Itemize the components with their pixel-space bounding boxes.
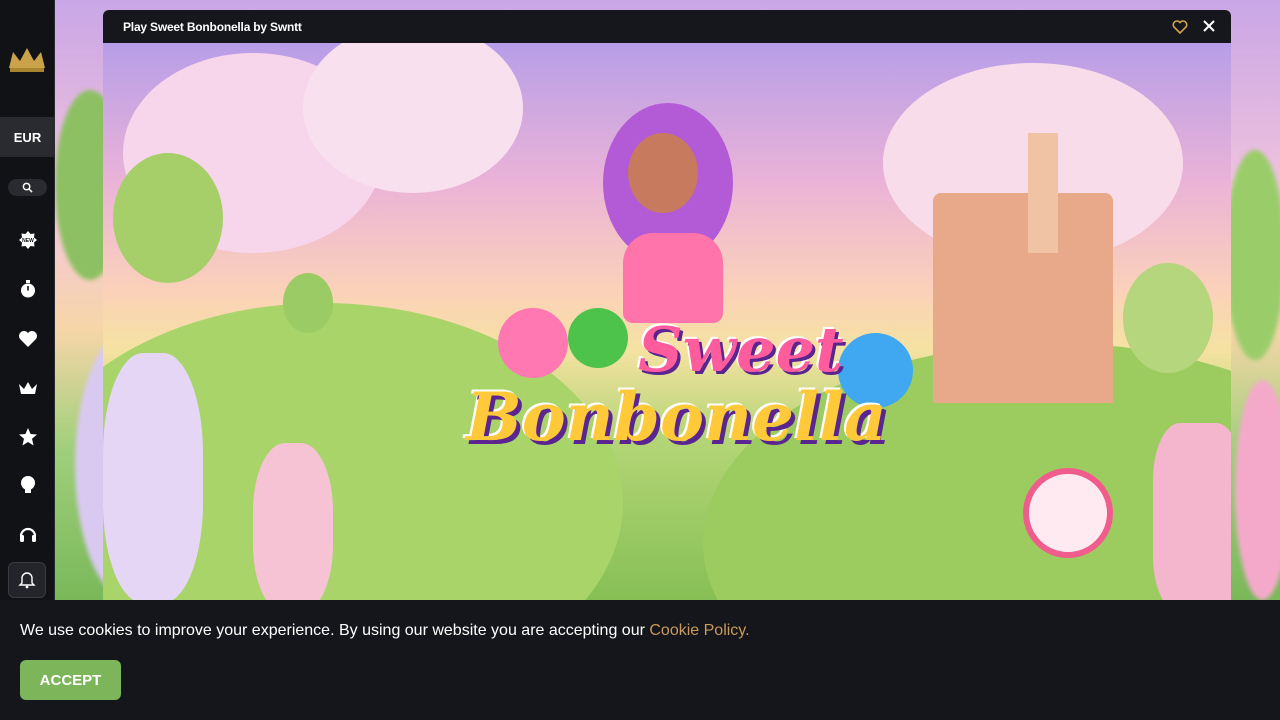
nav-support[interactable]: [16, 522, 39, 545]
cookie-banner: [0, 600, 1280, 720]
castle-tower: [1028, 133, 1058, 253]
stopwatch-icon: [20, 279, 35, 297]
cookie-text: We use cookies to improve your experienc…: [20, 622, 650, 639]
accept-cookies-button[interactable]: ACCEPT: [20, 660, 121, 700]
lollipop-art: [1023, 468, 1113, 558]
nav-new-games[interactable]: NEW: [16, 228, 39, 251]
sidebar: EUR NEW: [0, 0, 55, 600]
castle-art: [933, 193, 1113, 403]
trophy-icon: [20, 475, 35, 493]
search-button[interactable]: [8, 179, 47, 196]
game-logo-line-2: Bonbonella: [466, 378, 887, 456]
cake-art: [1153, 423, 1231, 600]
game-logo: Sweet Bonbonella: [458, 308, 887, 508]
marshmallow-art: [103, 353, 203, 600]
favorite-heart-icon[interactable]: [1172, 19, 1188, 35]
nav-vip[interactable]: [16, 376, 39, 399]
cookie-message: We use cookies to improve your experienc…: [20, 622, 750, 640]
close-icon[interactable]: [1201, 18, 1217, 34]
nav-recent[interactable]: [16, 277, 39, 300]
svg-text:NEW: NEW: [22, 238, 34, 244]
notifications-button[interactable]: [8, 562, 46, 598]
modal-header: Play Sweet Bonbonella by Swntt: [103, 10, 1231, 43]
cookie-policy-link[interactable]: Cookie Policy.: [649, 622, 749, 639]
nav-tournaments[interactable]: [16, 473, 39, 496]
new-icon: NEW: [18, 230, 37, 249]
star-icon: [18, 427, 37, 445]
candy-twist-art: [253, 443, 333, 600]
game-frame[interactable]: Sweet Bonbonella: [103, 43, 1231, 600]
game-logo-line-1: Sweet: [638, 313, 844, 386]
currency-selector[interactable]: EUR: [0, 117, 55, 157]
princess-face-art: [628, 133, 698, 213]
game-modal: Play Sweet Bonbonella by Swntt Sweet Bon…: [103, 10, 1231, 600]
modal-title: Play Sweet Bonbonella by Swntt: [123, 20, 302, 34]
bell-icon: [18, 572, 36, 589]
search-icon: [22, 182, 33, 193]
nav-popular[interactable]: [16, 425, 39, 448]
crown-icon: [18, 381, 37, 394]
headset-icon: [19, 527, 36, 542]
nav-favorites[interactable]: [16, 327, 39, 350]
heart-icon: [18, 330, 37, 347]
crown-logo-icon[interactable]: [7, 44, 47, 74]
